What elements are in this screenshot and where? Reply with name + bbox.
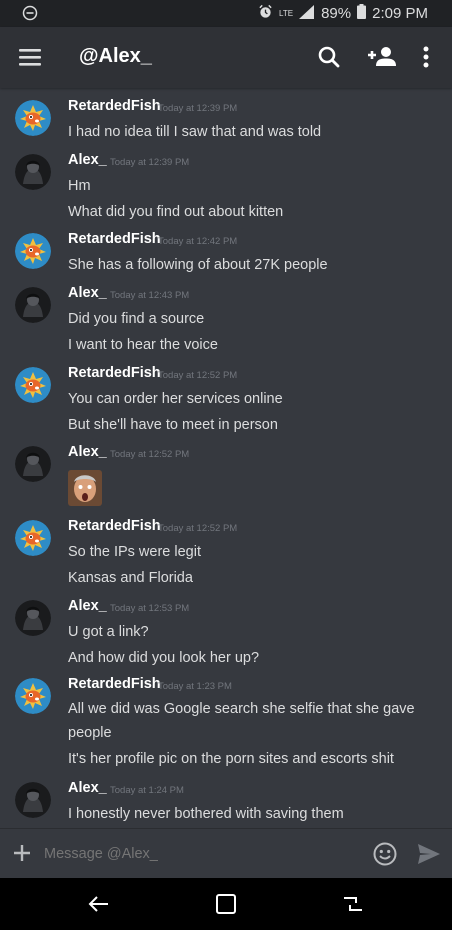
message-author[interactable]: RetardedFish bbox=[68, 231, 161, 247]
message-text: U got a link? bbox=[68, 624, 149, 640]
message-author[interactable]: Alex_ bbox=[68, 444, 107, 460]
back-icon[interactable] bbox=[86, 892, 112, 916]
message-timestamp: Today at 1:23 PM bbox=[158, 681, 232, 692]
channel-header: @Alex_ bbox=[0, 27, 452, 88]
clock-time: 2:09 PM bbox=[372, 5, 428, 22]
message-author[interactable]: Alex_ bbox=[68, 598, 107, 614]
message-author[interactable]: Alex_ bbox=[68, 152, 107, 168]
message-timestamp: Today at 12:42 PM bbox=[158, 236, 238, 247]
avatar-alex[interactable] bbox=[15, 600, 51, 636]
avatar-retardedfish[interactable] bbox=[15, 233, 51, 269]
message-timestamp: Today at 12:39 PM bbox=[110, 157, 190, 168]
message-text: All we did was Google search she selfie … bbox=[68, 701, 415, 741]
avatar-alex[interactable] bbox=[15, 782, 51, 818]
avatar-retardedfish[interactable] bbox=[15, 520, 51, 556]
message-author[interactable]: RetardedFish bbox=[68, 518, 161, 534]
recent-apps-icon[interactable] bbox=[340, 892, 366, 916]
message-text: I honestly never bothered with saving th… bbox=[68, 806, 344, 822]
message-input[interactable] bbox=[44, 843, 354, 865]
do-not-disturb-icon bbox=[22, 5, 38, 25]
avatar-retardedfish[interactable] bbox=[15, 100, 51, 136]
battery-percent: 89% bbox=[321, 5, 352, 22]
avatar-alex[interactable] bbox=[15, 446, 51, 482]
message-author[interactable]: RetardedFish bbox=[68, 676, 161, 692]
message-author[interactable]: Alex_ bbox=[68, 780, 107, 796]
message-text: What did you find out about kitten bbox=[68, 204, 284, 220]
message-author[interactable]: Alex_ bbox=[68, 285, 107, 301]
message-text: But she'll have to meet in person bbox=[68, 417, 278, 433]
emoji-picker-icon[interactable] bbox=[372, 841, 398, 867]
android-navigation-bar bbox=[0, 878, 452, 930]
message-author[interactable]: RetardedFish bbox=[68, 365, 161, 381]
signal-icon bbox=[299, 4, 315, 23]
discord-app: LTE 89% 2:09 PM @Alex_ RetardedFish Today… bbox=[0, 0, 452, 930]
message-text: It's her profile pic on the porn sites a… bbox=[68, 751, 394, 767]
status-indicators: LTE 89% 2:09 PM bbox=[258, 4, 428, 23]
avatar-retardedfish[interactable] bbox=[15, 678, 51, 714]
avatar-alex[interactable] bbox=[15, 287, 51, 323]
status-bar: LTE 89% 2:09 PM bbox=[0, 0, 452, 27]
hamburger-menu-icon[interactable] bbox=[18, 45, 43, 70]
message-text: You can order her services online bbox=[68, 391, 283, 407]
message-timestamp: Today at 12:39 PM bbox=[158, 103, 238, 114]
message-text: I want to hear the voice bbox=[68, 337, 218, 353]
message-author[interactable]: RetardedFish bbox=[68, 98, 161, 114]
message-text: I had no idea till I saw that and was to… bbox=[68, 124, 322, 140]
send-icon[interactable] bbox=[416, 842, 442, 866]
message-text: Hm bbox=[68, 178, 91, 194]
battery-icon bbox=[357, 4, 367, 23]
message-timestamp: Today at 12:52 PM bbox=[158, 523, 238, 534]
add-attachment-icon[interactable] bbox=[11, 842, 33, 864]
search-icon[interactable] bbox=[315, 43, 343, 71]
dm-title: @Alex_ bbox=[79, 45, 152, 67]
message-list[interactable]: RetardedFish Today at 12:39 PM I had no id… bbox=[0, 88, 452, 828]
message-timestamp: Today at 12:52 PM bbox=[158, 370, 238, 381]
add-friend-icon[interactable] bbox=[366, 43, 398, 71]
message-text: So the IPs were legit bbox=[68, 544, 201, 560]
message-text: She has a following of about 27K people bbox=[68, 257, 328, 273]
alarm-icon bbox=[258, 4, 273, 23]
message-text: And how did you look her up? bbox=[68, 650, 260, 666]
avatar-alex[interactable] bbox=[15, 154, 51, 190]
message-text: Did you find a source bbox=[68, 311, 205, 327]
message-timestamp: Today at 1:24 PM bbox=[110, 785, 184, 796]
message-timestamp: Today at 12:52 PM bbox=[110, 449, 190, 460]
message-composer bbox=[0, 828, 452, 878]
avatar-retardedfish[interactable] bbox=[15, 367, 51, 403]
surprised-face-emoji bbox=[68, 470, 102, 506]
home-icon[interactable] bbox=[213, 892, 239, 916]
message-timestamp: Today at 12:43 PM bbox=[110, 290, 190, 301]
more-options-icon[interactable] bbox=[416, 43, 436, 71]
message-text: Kansas and Florida bbox=[68, 570, 193, 586]
message-timestamp: Today at 12:53 PM bbox=[110, 603, 190, 614]
lte-label: LTE bbox=[279, 8, 294, 18]
